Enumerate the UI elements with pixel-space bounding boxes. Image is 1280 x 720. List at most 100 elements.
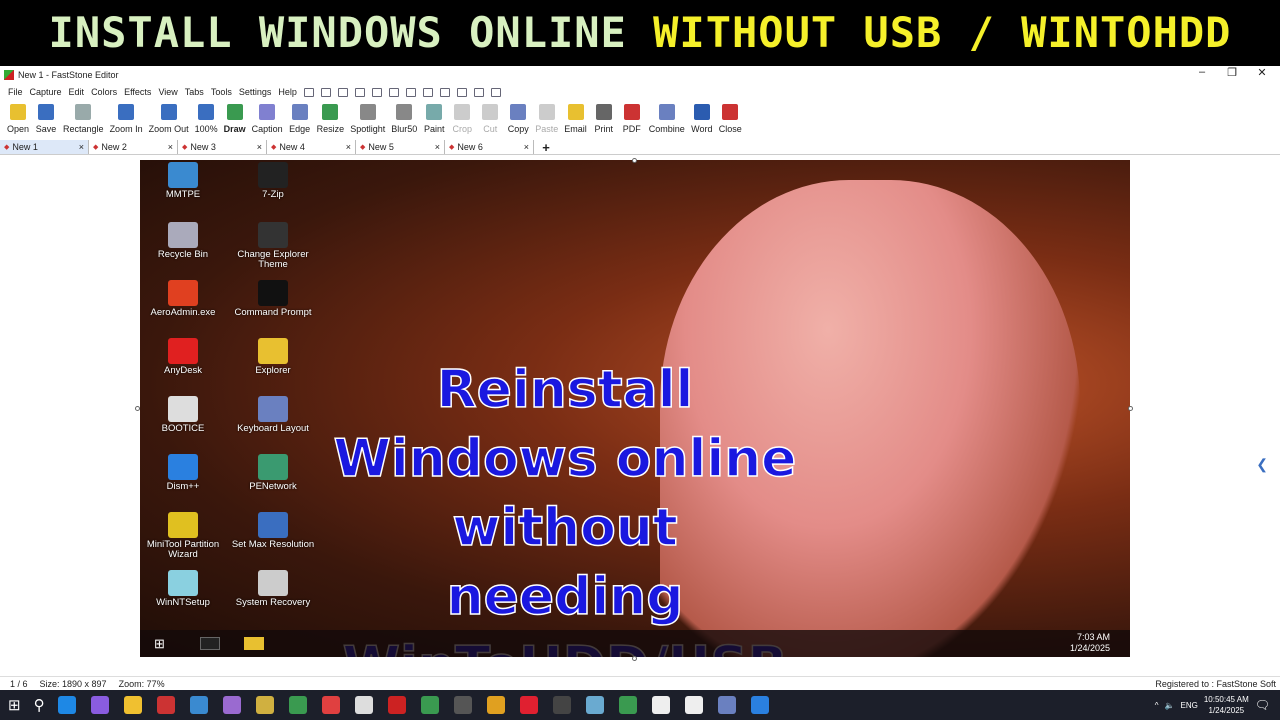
print-button[interactable]: Print (590, 102, 618, 138)
resize-button[interactable]: Resize (314, 102, 348, 138)
taskbar-app-icon[interactable] (684, 696, 703, 714)
tab-close-icon[interactable]: × (346, 142, 351, 152)
tab-new-2[interactable]: ◆ New 2 × (89, 140, 178, 154)
desktop-icon[interactable]: PENetwork (228, 454, 318, 492)
taskbar-app-icon[interactable] (321, 696, 340, 714)
resize-handle[interactable] (1128, 406, 1133, 411)
tab-new-5[interactable]: ◆ New 5 × (356, 140, 445, 154)
paste-button[interactable]: Paste (532, 102, 561, 138)
pdf-button[interactable]: PDF (618, 102, 646, 138)
desktop-icon[interactable]: System Recovery (228, 570, 318, 608)
tab-new-1[interactable]: ◆ New 1 × (0, 140, 89, 154)
resize-handle[interactable] (632, 158, 637, 163)
email-button[interactable]: Email (561, 102, 590, 138)
taskbar-app-icon[interactable] (90, 696, 109, 714)
quick-tool-icon[interactable] (405, 87, 416, 97)
taskbar-app-icon[interactable] (288, 696, 307, 714)
blur50-button[interactable]: Blur50 (388, 102, 420, 138)
resize-handle[interactable] (135, 406, 140, 411)
draw-button[interactable]: Draw (221, 102, 249, 138)
taskbar-app-icon[interactable] (420, 696, 439, 714)
taskbar-app-icon[interactable] (486, 696, 505, 714)
close-window-button[interactable]: ✕ (1252, 66, 1272, 79)
menu-settings[interactable]: Settings (239, 87, 272, 97)
edge-button[interactable]: Edge (286, 102, 314, 138)
taskbar-app-icon[interactable] (453, 696, 472, 714)
tray-chevron-icon[interactable]: ^ (1155, 701, 1159, 710)
notification-icon[interactable]: 🗨 (1255, 698, 1270, 712)
desktop-icon[interactable]: Explorer (228, 338, 318, 376)
cut-button[interactable]: Cut (476, 102, 504, 138)
close-button[interactable]: Close (716, 102, 745, 138)
zoom-in-button[interactable]: Zoom In (107, 102, 146, 138)
taskbar-app-icon[interactable] (585, 696, 604, 714)
word-button[interactable]: Word (688, 102, 716, 138)
quick-tool-icon[interactable] (320, 87, 331, 97)
side-panel-toggle-icon[interactable]: ❮ (1256, 456, 1268, 473)
quick-tool-icon[interactable] (422, 87, 433, 97)
desktop-icon[interactable]: Change Explorer Theme (228, 222, 318, 270)
caption-button[interactable]: Caption (249, 102, 286, 138)
quick-tool-icon[interactable] (371, 87, 382, 97)
taskbar-app-icon[interactable] (387, 696, 406, 714)
desktop-icon[interactable]: Dism++ (140, 454, 228, 492)
desktop-icon[interactable]: Command Prompt (228, 280, 318, 318)
menu-help[interactable]: Help (278, 87, 297, 97)
quick-tool-icon[interactable] (473, 87, 484, 97)
quick-tool-icon[interactable] (303, 87, 314, 97)
quick-tool-icon[interactable] (456, 87, 467, 97)
desktop-icon[interactable]: BOOTICE (140, 396, 228, 434)
quick-tool-icon[interactable] (388, 87, 399, 97)
menu-effects[interactable]: Effects (124, 87, 151, 97)
menu-file[interactable]: File (8, 87, 23, 97)
desktop-icon[interactable]: AnyDesk (140, 338, 228, 376)
menu-capture[interactable]: Capture (30, 87, 62, 97)
taskbar-app-icon[interactable] (651, 696, 670, 714)
desktop-icon[interactable]: WinNTSetup (140, 570, 228, 608)
menu-colors[interactable]: Colors (91, 87, 117, 97)
desktop-icon[interactable]: MiniTool Partition Wizard (140, 512, 228, 560)
language-indicator[interactable]: ENG (1181, 701, 1198, 710)
spotlight-button[interactable]: Spotlight (347, 102, 388, 138)
desktop-icon[interactable]: 7-Zip (228, 162, 318, 200)
taskbar-app-icon[interactable] (57, 696, 76, 714)
desktop-icon[interactable]: Recycle Bin (140, 222, 228, 260)
tab-close-icon[interactable]: × (524, 142, 529, 152)
quick-tool-icon[interactable] (337, 87, 348, 97)
rectangle-button[interactable]: Rectangle (60, 102, 107, 138)
taskbar-app-icon[interactable] (750, 696, 769, 714)
new-tab-button[interactable]: + (534, 140, 558, 155)
desktop-icon[interactable]: MMTPE (140, 162, 228, 200)
taskbar-app-icon[interactable] (156, 696, 175, 714)
tab-close-icon[interactable]: × (257, 142, 262, 152)
editor-canvas[interactable]: MMTPE 7-Zip Recycle Bin Change Explorer The… (0, 156, 1268, 664)
quick-tool-icon[interactable] (490, 87, 501, 97)
taskbar-app-icon[interactable] (255, 696, 274, 714)
taskbar-app-icon[interactable] (519, 696, 538, 714)
start-button[interactable]: ⊞ (8, 696, 21, 714)
combine-button[interactable]: Combine (646, 102, 688, 138)
restore-button[interactable]: ❐ (1222, 66, 1242, 79)
tab-new-4[interactable]: ◆ New 4 × (267, 140, 356, 154)
open-button[interactable]: Open (4, 102, 32, 138)
taskbar-app-icon[interactable] (189, 696, 208, 714)
menu-view[interactable]: View (158, 87, 177, 97)
zoom-out-button[interactable]: Zoom Out (146, 102, 192, 138)
desktop-icon[interactable]: Set Max Resolution (228, 512, 318, 550)
volume-icon[interactable]: 🔈 (1165, 701, 1175, 710)
menu-tools[interactable]: Tools (211, 87, 232, 97)
taskbar-app-icon[interactable] (354, 696, 373, 714)
tab-new-6[interactable]: ◆ New 6 × (445, 140, 534, 154)
save-button[interactable]: Save (32, 102, 60, 138)
clock[interactable]: 10:50:45 AM 1/24/2025 (1204, 694, 1249, 716)
100--button[interactable]: 100% (192, 102, 221, 138)
taskbar-app-icon[interactable] (222, 696, 241, 714)
screenshot-image[interactable]: MMTPE 7-Zip Recycle Bin Change Explorer The… (140, 160, 1130, 657)
quick-tool-icon[interactable] (354, 87, 365, 97)
resize-handle[interactable] (632, 656, 637, 661)
tab-close-icon[interactable]: × (168, 142, 173, 152)
taskbar-app-icon[interactable] (123, 696, 142, 714)
taskbar-app-icon[interactable] (552, 696, 571, 714)
tab-new-3[interactable]: ◆ New 3 × (178, 140, 267, 154)
quick-tool-icon[interactable] (439, 87, 450, 97)
